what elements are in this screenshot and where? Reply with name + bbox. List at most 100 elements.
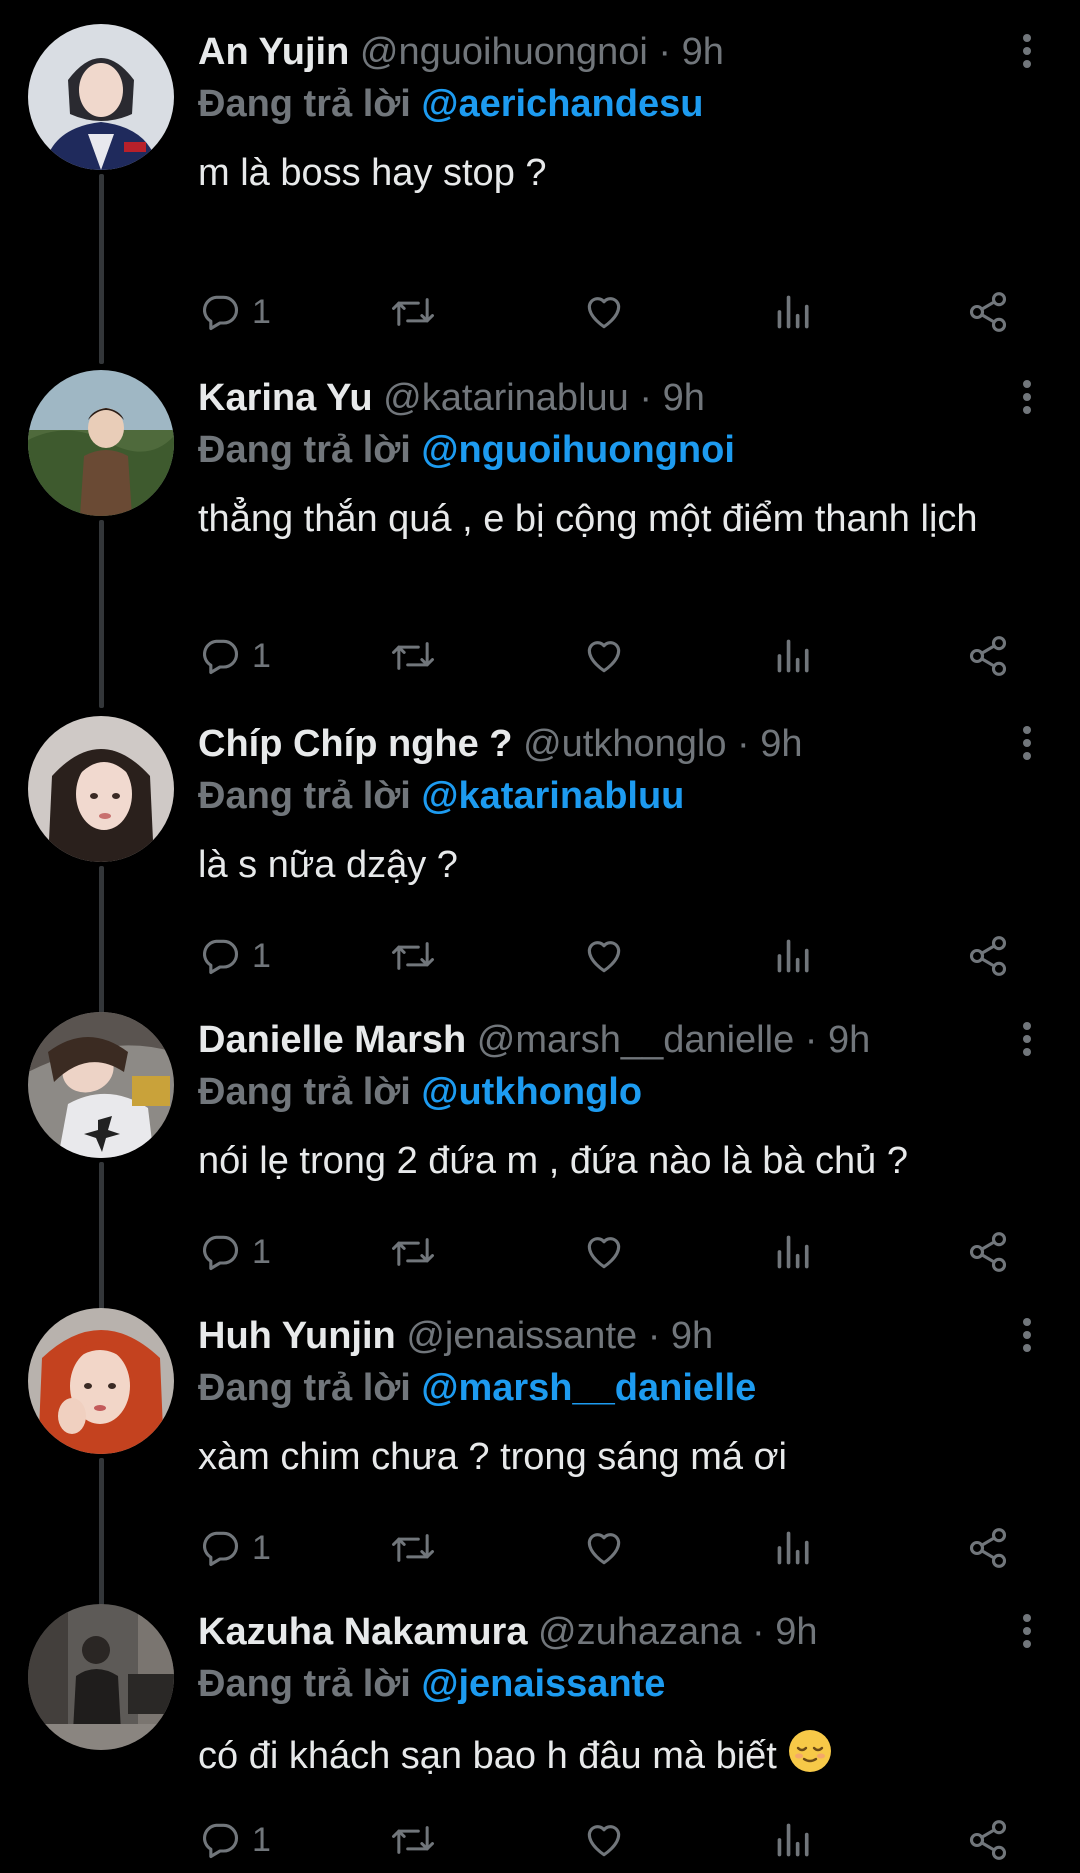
views-button[interactable] [774,1224,814,1280]
more-options-button[interactable] [1012,380,1042,420]
display-name[interactable]: Huh Yunjin [198,1315,396,1357]
replying-to-mention[interactable]: @jenaissante [421,1663,665,1705]
retweet-button[interactable] [390,628,436,684]
user-handle[interactable]: @marsh__danielle [477,1019,794,1061]
replying-to-line: Đang trả lời @jenaissante [198,1660,665,1708]
reply-count: 1 [252,292,271,331]
tweet-danielle-marsh[interactable]: Danielle Marsh @marsh__danielle · 9h Đan… [0,1012,1080,1328]
replying-to-label: Đang trả lời [198,1663,411,1705]
retweet-button[interactable] [390,284,436,340]
replying-to-label: Đang trả lời [198,775,411,817]
reply-button[interactable]: 1 [198,1812,271,1868]
display-name[interactable]: Kazuha Nakamura [198,1611,527,1653]
share-button[interactable] [966,1224,1010,1280]
reply-button[interactable]: 1 [198,1520,271,1576]
more-dot [1023,726,1031,734]
more-dot [1023,1331,1031,1339]
replying-to-line: Đang trả lời @marsh__danielle [198,1364,756,1412]
avatar[interactable] [28,1012,174,1158]
user-handle[interactable]: @katarinabluu [383,377,629,419]
thread-connector-line [99,520,104,708]
replying-to-mention[interactable]: @katarinabluu [421,775,684,817]
more-options-button[interactable] [1012,1022,1042,1062]
views-button[interactable] [774,1520,814,1576]
like-button[interactable] [582,628,626,684]
display-name[interactable]: Karina Yu [198,377,373,419]
timestamp[interactable]: 9h [663,377,705,419]
more-dot [1023,1627,1031,1635]
more-options-button[interactable] [1012,1614,1042,1654]
avatar[interactable] [28,1308,174,1454]
more-options-button[interactable] [1012,1318,1042,1358]
views-button[interactable] [774,628,814,684]
like-icon [587,1237,621,1269]
retweet-button[interactable] [390,1224,436,1280]
more-dot [1023,34,1031,42]
avatar[interactable] [28,1604,174,1750]
replying-to-mention[interactable]: @nguoihuongnoi [421,429,735,471]
display-name[interactable]: Danielle Marsh [198,1019,466,1061]
timestamp[interactable]: 9h [828,1019,870,1061]
separator-dot: · [804,1019,818,1061]
more-dot [1023,1048,1031,1056]
reply-button[interactable]: 1 [198,628,271,684]
reply-button[interactable]: 1 [198,928,271,984]
like-button[interactable] [582,1520,626,1576]
action-bar: 1 [198,1520,1018,1576]
more-dot [1023,1344,1031,1352]
replying-to-label: Đang trả lời [198,1367,411,1409]
like-button[interactable] [582,1224,626,1280]
reply-button[interactable]: 1 [198,1224,271,1280]
reply-icon [203,1531,239,1567]
replying-to-label: Đang trả lời [198,83,411,125]
retweet-button[interactable] [390,1520,436,1576]
timestamp[interactable]: 9h [760,723,802,765]
relieved-face-emoji [789,1730,832,1772]
share-button[interactable] [966,628,1010,684]
replying-to-mention[interactable]: @marsh__danielle [421,1367,756,1409]
more-dot [1023,1318,1031,1326]
tweet-chip-chip[interactable]: Chíp Chíp nghe ? @utkhonglo · 9h Đang tr… [0,716,1080,1032]
timestamp[interactable]: 9h [682,31,724,73]
display-name[interactable]: An Yujin [198,31,349,73]
replying-to-mention[interactable]: @utkhonglo [421,1071,642,1113]
avatar[interactable] [28,716,174,862]
share-button[interactable] [966,1520,1010,1576]
like-button[interactable] [582,928,626,984]
reply-icon [203,295,239,331]
like-button[interactable] [582,1812,626,1868]
timestamp[interactable]: 9h [775,1611,817,1653]
tweet-an-yujin[interactable]: An Yujin @nguoihuongnoi · 9h Đang trả lờ… [0,24,1080,364]
thread-connector-line [99,1458,104,1624]
user-handle[interactable]: @zuhazana [538,1611,741,1653]
replying-to-mention[interactable]: @aerichandesu [421,83,703,125]
share-button[interactable] [966,928,1010,984]
user-handle[interactable]: @utkhonglo [523,723,726,765]
views-button[interactable] [774,284,814,340]
more-dot [1023,1035,1031,1043]
user-handle[interactable]: @nguoihuongnoi [360,31,648,73]
views-button[interactable] [774,1812,814,1868]
tweet-huh-yunjin[interactable]: Huh Yunjin @jenaissante · 9h Đang trả lờ… [0,1308,1080,1624]
retweet-button[interactable] [390,1812,436,1868]
user-handle[interactable]: @jenaissante [406,1315,637,1357]
timestamp[interactable]: 9h [671,1315,713,1357]
retweet-button[interactable] [390,928,436,984]
action-bar: 1 [198,1224,1018,1280]
views-button[interactable] [774,928,814,984]
avatar[interactable] [28,24,174,170]
tweet-karina-yu[interactable]: Karina Yu @katarinabluu · 9h Đang trả lờ… [0,370,1080,708]
more-options-button[interactable] [1012,726,1042,766]
reply-button[interactable]: 1 [198,284,271,340]
thread-connector-line [99,1162,104,1328]
tweet-text: xàm chim chưa ? trong sáng má ơi [198,1436,787,1478]
more-dot [1023,752,1031,760]
share-button[interactable] [966,284,1010,340]
tweet-kazuha-nakamura[interactable]: Kazuha Nakamura @zuhazana · 9h Đang trả … [0,1604,1080,1873]
more-options-button[interactable] [1012,34,1042,74]
reply-count: 1 [252,1232,271,1271]
share-button[interactable] [966,1812,1010,1868]
display-name[interactable]: Chíp Chíp nghe ? [198,723,513,765]
like-button[interactable] [582,284,626,340]
avatar[interactable] [28,370,174,516]
